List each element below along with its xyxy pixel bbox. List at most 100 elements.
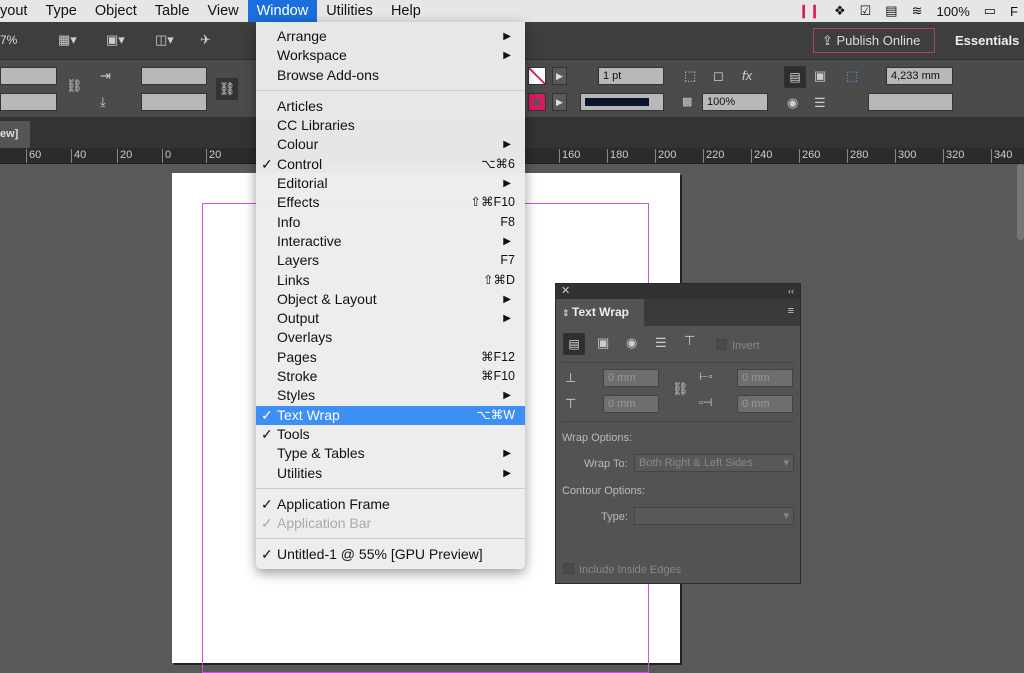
- menu-item-editorial[interactable]: Editorial ▶: [256, 174, 525, 193]
- menu-item-application-bar[interactable]: ✓ Application Bar: [256, 514, 525, 533]
- menu-item-label: Browse Add-ons: [277, 66, 379, 83]
- publish-online-button[interactable]: ⇪ Publish Online: [813, 28, 935, 53]
- include-inside-edges-checkbox[interactable]: [563, 563, 574, 574]
- gpu-icon[interactable]: ✈: [200, 32, 211, 48]
- bottom-offset-field[interactable]: 0 mm: [603, 395, 659, 413]
- menu-item-effects[interactable]: Effects ⇧⌘F10: [256, 193, 525, 212]
- menu-table[interactable]: Table: [146, 0, 199, 22]
- no-wrap-button[interactable]: ▤: [563, 333, 585, 355]
- menu-item-stroke[interactable]: Stroke ⌘F10: [256, 367, 525, 386]
- view-options-icon[interactable]: ▦▾: [58, 32, 77, 48]
- close-icon[interactable]: ✕: [561, 285, 570, 297]
- menu-item-application-frame[interactable]: ✓ Application Frame: [256, 495, 525, 514]
- wrap-to-value: Both Right & Left Sides: [639, 457, 753, 469]
- menu-item-untitled-1-55-gpu-preview[interactable]: ✓ Untitled-1 @ 55% [GPU Preview]: [256, 545, 525, 564]
- menu-item-label: Stroke: [277, 368, 318, 385]
- stroke-type-field[interactable]: [580, 93, 664, 111]
- ruler-tick: 180: [607, 149, 628, 163]
- stroke-weight-field[interactable]: 1 pt: [598, 67, 664, 85]
- jump-next-column-icon[interactable]: ⊤: [684, 333, 695, 349]
- menu-item-workspace[interactable]: Workspace ▶: [256, 46, 525, 65]
- menu-item-browse-add-ons[interactable]: Browse Add-ons: [256, 66, 525, 85]
- menu-item-cc-libraries[interactable]: CC Libraries: [256, 116, 525, 135]
- menu-item-overlays[interactable]: Overlays: [256, 328, 525, 347]
- pause-icon[interactable]: ❙❙: [798, 3, 820, 19]
- dropbox-icon[interactable]: ❖: [834, 3, 846, 19]
- wrap-bbox-icon[interactable]: ▣: [814, 68, 826, 84]
- collapse-icon[interactable]: ‹‹: [788, 284, 794, 299]
- top-offset-field[interactable]: 0 mm: [603, 369, 659, 387]
- menu-window[interactable]: Window: [247, 0, 318, 22]
- scale-x-field[interactable]: [141, 67, 207, 85]
- constrain-proportions-button[interactable]: ⛓: [216, 78, 238, 100]
- menu-layout[interactable]: yout: [0, 0, 36, 22]
- memory-icon[interactable]: ▤: [885, 3, 897, 19]
- wrap-bounding-box-icon[interactable]: ▣: [597, 335, 609, 351]
- stroke-swatch[interactable]: [528, 93, 546, 111]
- link-icon[interactable]: ⛓: [66, 78, 83, 94]
- menu-item-styles[interactable]: Styles ▶: [256, 386, 525, 405]
- menu-item-object-layout[interactable]: Object & Layout ▶: [256, 290, 525, 309]
- y-field[interactable]: [0, 93, 57, 111]
- zoom-level[interactable]: 7%: [0, 33, 17, 47]
- wifi-icon[interactable]: ≋: [912, 3, 923, 19]
- menu-item-control[interactable]: ✓ Control ⌥⌘6: [256, 155, 525, 174]
- menu-item-links[interactable]: Links ⇧⌘D: [256, 271, 525, 290]
- submenu-arrow-icon: ▶: [503, 448, 511, 460]
- invert-checkbox[interactable]: [716, 339, 727, 350]
- opacity-field[interactable]: 100%: [702, 93, 768, 111]
- menu-item-interactive[interactable]: Interactive ▶: [256, 232, 525, 251]
- menu-type[interactable]: Type: [36, 0, 85, 22]
- menu-item-tools[interactable]: ✓ Tools: [256, 425, 525, 444]
- panel-titlebar[interactable]: ✕ ‹‹: [556, 284, 800, 299]
- wrap-shape-icon[interactable]: ◉: [787, 95, 798, 111]
- menu-item-text-wrap[interactable]: ✓ Text Wrap ⌥⌘W: [256, 405, 525, 425]
- drop-shadow-icon[interactable]: ⬚: [684, 68, 696, 84]
- right-offset-icon: ▫⊣: [699, 397, 713, 409]
- panel-menu-icon[interactable]: ≡: [788, 305, 794, 317]
- corner-shape-field[interactable]: [868, 93, 953, 111]
- arrange-documents-icon[interactable]: ◫▾: [155, 32, 174, 48]
- vertical-scrollbar[interactable]: [1017, 164, 1024, 240]
- left-offset-field[interactable]: 0 mm: [737, 369, 793, 387]
- menu-view[interactable]: View: [198, 0, 247, 22]
- contour-options-heading: Contour Options:: [562, 485, 646, 497]
- scale-y-field[interactable]: [141, 93, 207, 111]
- menu-item-utilities[interactable]: Utilities ▶: [256, 464, 525, 483]
- menu-item-articles[interactable]: Articles: [256, 97, 525, 116]
- checkmark-icon: ✓: [261, 546, 273, 563]
- stroke-menu-button[interactable]: ▶: [552, 93, 567, 111]
- menu-item-colour[interactable]: Colour ▶: [256, 135, 525, 154]
- jump-object-icon[interactable]: ☰: [814, 95, 826, 111]
- jump-object-icon[interactable]: ☰: [655, 335, 667, 351]
- wrap-to-select[interactable]: Both Right & Left Sides ▾: [634, 454, 794, 472]
- contour-type-select[interactable]: ▾: [634, 507, 794, 525]
- menu-item-shortcut: F7: [500, 253, 515, 268]
- menu-item-layers[interactable]: Layers F7: [256, 251, 525, 270]
- document-tab[interactable]: ew]: [0, 121, 30, 148]
- check-icon[interactable]: ☑: [860, 3, 872, 19]
- menu-item-info[interactable]: Info F8: [256, 213, 525, 232]
- fill-menu-button[interactable]: ▶: [552, 67, 567, 85]
- dimension-field[interactable]: 4,233 mm: [886, 67, 953, 85]
- battery-icon[interactable]: ▭: [984, 3, 996, 19]
- menu-item-output[interactable]: Output ▶: [256, 309, 525, 328]
- menu-item-type-tables[interactable]: Type & Tables ▶: [256, 444, 525, 463]
- menu-help[interactable]: Help: [382, 0, 430, 22]
- menu-item-arrange[interactable]: Arrange ▶: [256, 27, 525, 46]
- fx-icon[interactable]: fx: [742, 68, 752, 83]
- screen-mode-icon[interactable]: ▣▾: [106, 32, 125, 48]
- x-field[interactable]: [0, 67, 57, 85]
- menu-object[interactable]: Object: [86, 0, 146, 22]
- menu-item-label: Overlays: [277, 329, 333, 346]
- link-offsets-icon[interactable]: ⛓: [672, 381, 689, 397]
- workspace-switcher[interactable]: Essentials: [955, 33, 1019, 48]
- wrap-object-shape-icon[interactable]: ◉: [626, 335, 637, 351]
- menu-utilities[interactable]: Utilities: [317, 0, 382, 22]
- wrap-none-button[interactable]: ▤: [784, 66, 806, 88]
- shadow-icon[interactable]: ◻: [713, 68, 724, 84]
- tab-text-wrap[interactable]: ⇕ Text Wrap: [556, 299, 644, 326]
- right-offset-field[interactable]: 0 mm: [737, 395, 793, 413]
- fill-swatch[interactable]: [528, 67, 546, 85]
- menu-item-pages[interactable]: Pages ⌘F12: [256, 348, 525, 367]
